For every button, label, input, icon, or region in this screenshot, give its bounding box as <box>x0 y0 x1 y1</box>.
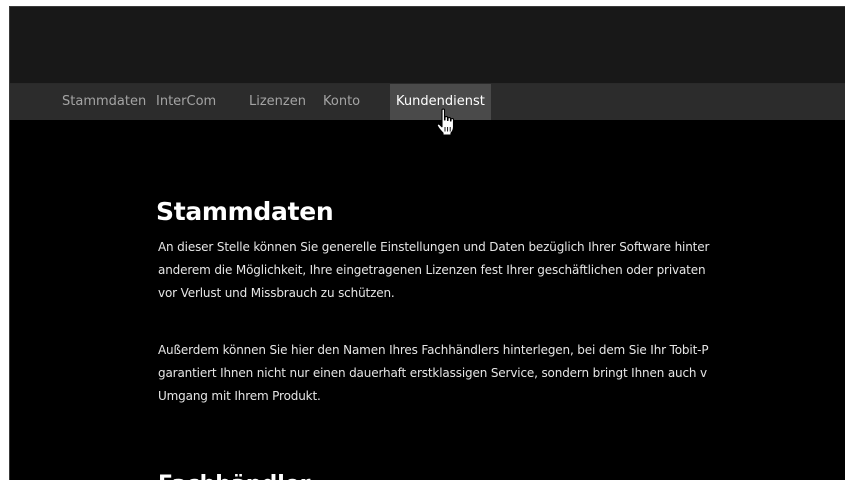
nav-item-konto[interactable]: Konto <box>323 84 360 120</box>
app-window: Stammdaten InterCom Lizenzen Konto Kunde… <box>9 6 845 480</box>
content-area: Stammdaten An dieser Stelle können Sie g… <box>10 120 845 480</box>
nav-item-intercom[interactable]: InterCom <box>156 84 216 120</box>
section-heading-cut-off: Fachhändler <box>158 474 311 480</box>
main-navigation: Stammdaten InterCom Lizenzen Konto Kunde… <box>10 84 845 120</box>
page-heading: Stammdaten <box>156 197 334 226</box>
top-header-bar <box>10 7 845 84</box>
screenshot-frame: Stammdaten InterCom Lizenzen Konto Kunde… <box>0 0 845 480</box>
intro-text-line: An dieser Stelle können Sie generelle Ei… <box>158 240 710 254</box>
nav-item-lizenzen[interactable]: Lizenzen <box>249 84 306 120</box>
hand-pointer-icon <box>436 108 455 136</box>
dealer-text-line: Außerdem können Sie hier den Namen Ihres… <box>158 343 709 357</box>
intro-text-line: anderem die Möglichkeit, Ihre eingetrage… <box>158 263 706 277</box>
nav-item-stammdaten[interactable]: Stammdaten <box>62 84 146 120</box>
dealer-text-line: Umgang mit Ihrem Produkt. <box>158 389 321 403</box>
intro-text-line: vor Verlust und Missbrauch zu schützen. <box>158 286 395 300</box>
dealer-text-line: garantiert Ihnen nicht nur einen dauerha… <box>158 366 708 380</box>
